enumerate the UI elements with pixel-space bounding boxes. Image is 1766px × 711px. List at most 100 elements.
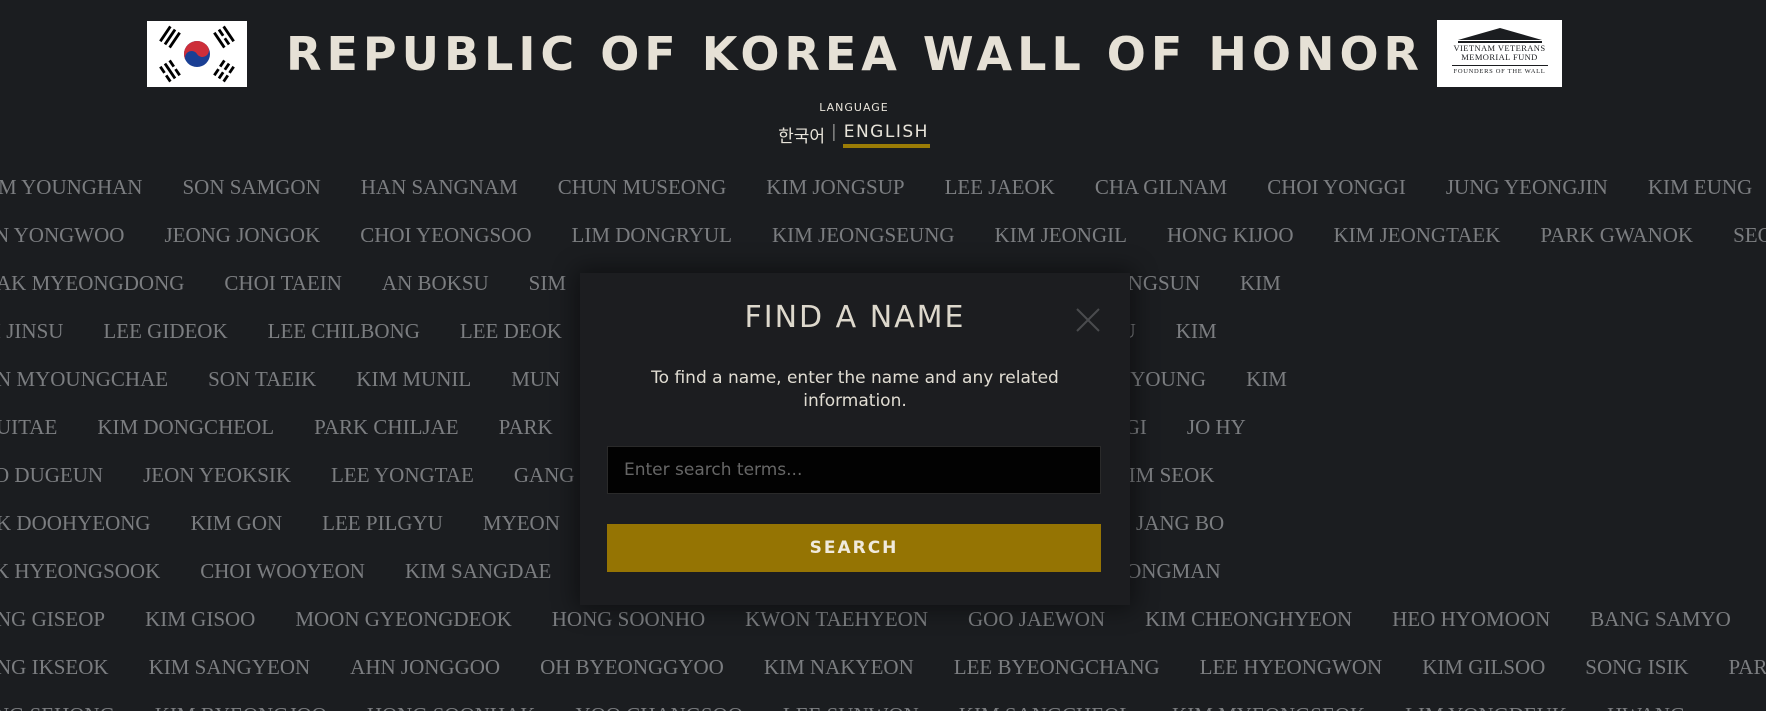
wall-name[interactable]: LEE YONGTAE — [331, 460, 474, 490]
wall-name[interactable]: SON SAMGON — [182, 172, 320, 202]
wall-name[interactable]: AHN JONGGOO — [350, 652, 500, 682]
wall-name[interactable]: NG SEHONG — [0, 700, 115, 711]
wall-name[interactable]: I JINSU — [0, 316, 63, 346]
wall-name[interactable]: JUNG YEONGJIN — [1446, 172, 1608, 202]
wall-name[interactable]: AK MYEONGDONG — [0, 268, 184, 298]
wall-name[interactable]: SONG ISIK — [1585, 652, 1688, 682]
wall-name[interactable]: BANG SAMYO — [1590, 604, 1731, 634]
wall-name[interactable]: HAN SANGNAM — [361, 172, 518, 202]
wall-name[interactable]: O DUGEUN — [0, 460, 103, 490]
wall-name[interactable]: LEE GIDEOK — [103, 316, 227, 346]
wall-name[interactable]: KIM CHEONGHYEON — [1145, 604, 1352, 634]
names-row: N YONGWOO JEONG JONGOK CHOI YEONGSOO LIM DO… — [0, 220, 1766, 250]
logo-line-2: MEMORIAL FUND — [1461, 52, 1538, 62]
wall-name[interactable]: NG IKSEOK — [0, 652, 109, 682]
wall-name[interactable]: JANG BO — [1136, 508, 1224, 538]
wall-name[interactable]: YOO CHANGSOO — [575, 700, 742, 711]
wall-name[interactable]: CHOI YEONGSOO — [360, 220, 531, 250]
wall-name[interactable]: AN BOKSU — [382, 268, 489, 298]
wall-name[interactable]: K HYEONGSOOK — [0, 556, 160, 586]
wall-name[interactable]: KIM NAKYEON — [764, 652, 914, 682]
wall-name[interactable]: KIM — [1240, 268, 1281, 298]
wall-name[interactable]: KIM MYEONGSEOK — [1172, 700, 1365, 711]
logo-divider — [1451, 65, 1548, 66]
wall-name[interactable]: KIM SANGYEON — [149, 652, 311, 682]
wall-name[interactable]: LEE CHILBONG — [268, 316, 420, 346]
wall-name[interactable]: CHOI WOOYEON — [200, 556, 365, 586]
wall-name[interactable]: MOON GYEONGDEOK — [295, 604, 511, 634]
wall-name[interactable]: KIM GISOO — [145, 604, 255, 634]
wall-name[interactable]: JEONG JONGOK — [164, 220, 320, 250]
wall-name[interactable]: UITAE — [0, 412, 57, 442]
close-icon[interactable] — [1075, 307, 1101, 333]
wall-name[interactable]: JO HY — [1187, 412, 1246, 442]
wall-name[interactable]: KIM SANGDAE — [405, 556, 551, 586]
wall-name[interactable]: KIM DONGCHEOL — [97, 412, 274, 442]
wall-name[interactable]: JEON YEOKSIK — [143, 460, 291, 490]
wall-name[interactable]: KIM JEONGIL — [995, 220, 1127, 250]
wall-name[interactable]: KIM SANGCHEOL — [959, 700, 1132, 711]
wall-name[interactable]: N YONGWOO — [0, 220, 124, 250]
names-row: NG SEHONG KIM BYEONGJOO HONG SOONHAK YOO CH… — [0, 700, 1725, 711]
wall-name[interactable]: PARK GWANOK — [1540, 220, 1693, 250]
wall-name[interactable]: HONG KIJOO — [1167, 220, 1294, 250]
wall-name[interactable]: IM SEOK — [1129, 460, 1215, 490]
wall-name[interactable]: K DOOHYEONG — [0, 508, 151, 538]
names-row: NG GISEOP KIM GISOO MOON GYEONGDEOK HONG SO… — [0, 604, 1766, 634]
wall-name[interactable]: CHOI TAEIN — [224, 268, 342, 298]
wall-name[interactable]: KIM BYEONGJOO — [155, 700, 327, 711]
wall-name[interactable]: MUN — [511, 364, 560, 394]
wall-name[interactable]: KWON TAEHYEON — [745, 604, 928, 634]
wall-name[interactable]: GANG — [514, 460, 575, 490]
wall-name[interactable]: KIM — [1176, 316, 1217, 346]
wall-name[interactable]: KIM JEONGTAEK — [1334, 220, 1501, 250]
wall-name[interactable]: LIM DONGRYUL — [572, 220, 732, 250]
wall-name[interactable]: OH BYEONGGYOO — [540, 652, 724, 682]
wall-name[interactable]: PARK — [1729, 652, 1766, 682]
search-input[interactable] — [607, 446, 1101, 494]
wall-name[interactable]: SON TAEIK — [208, 364, 316, 394]
modal-description: To find a name, enter the name and any r… — [651, 368, 1059, 411]
wall-name[interactable]: CHA GILNAM — [1095, 172, 1227, 202]
wall-name[interactable]: GOO JAEWON — [968, 604, 1105, 634]
wall-name[interactable]: KIM — [1246, 364, 1287, 394]
wall-name[interactable]: M YOUNGHAN — [0, 172, 142, 202]
wall-name[interactable]: KIM JONGSUP — [766, 172, 904, 202]
wall-name[interactable]: CHUN MUSEONG — [558, 172, 727, 202]
page-title: REPUBLIC OF KOREA WALL OF HONOR — [286, 27, 1424, 81]
wall-name[interactable]: LEE HYEONGWON — [1200, 652, 1383, 682]
language-switcher: 한국어 | ENGLISH — [0, 122, 1708, 148]
wall-name[interactable]: LEE DEOK — [460, 316, 562, 346]
language-label: LANGUAGE — [819, 101, 889, 114]
language-english-link[interactable]: ENGLISH — [842, 122, 930, 148]
search-button[interactable]: SEARCH — [607, 524, 1101, 572]
language-korean-link[interactable]: 한국어 — [778, 122, 825, 147]
modal-title: FIND A NAME — [744, 300, 966, 335]
wall-name[interactable]: LIM YONGDEUK — [1405, 700, 1567, 711]
wall-name[interactable]: PARK CHILJAE — [314, 412, 459, 442]
wall-name[interactable]: CHOI YONGGI — [1267, 172, 1406, 202]
wall-name[interactable]: PARK — [499, 412, 553, 442]
wall-name[interactable]: SEO — [1733, 220, 1766, 250]
wall-name[interactable]: KIM EUNG — [1648, 172, 1752, 202]
wall-name[interactable]: KIM GILSOO — [1422, 652, 1545, 682]
wall-name[interactable]: HEO HYOMOON — [1392, 604, 1550, 634]
wall-name[interactable]: LEE JAEOK — [945, 172, 1055, 202]
wall-name[interactable]: NG GISEOP — [0, 604, 105, 634]
wall-name[interactable]: KIM MUNIL — [356, 364, 471, 394]
wall-name[interactable]: SIM — [529, 268, 566, 298]
wall-name[interactable]: HONG SOONHAK — [367, 700, 536, 711]
vvmf-logo[interactable]: VIETNAM VETERANS MEMORIAL FUND FOUNDERS … — [1437, 20, 1562, 87]
wall-name[interactable]: HWANG — [1607, 700, 1685, 711]
find-name-modal: FIND A NAME To find a name, enter the na… — [580, 273, 1130, 605]
wall-name[interactable]: LEE SUNWON — [783, 700, 919, 711]
logo-tagline: FOUNDERS OF THE WALL — [1453, 68, 1546, 75]
wall-name[interactable]: LEE BYEONGCHANG — [954, 652, 1160, 682]
wall-name[interactable]: MYEON — [483, 508, 560, 538]
wall-name[interactable]: KIM JEONGSEUNG — [772, 220, 955, 250]
language-separator: | — [830, 122, 837, 142]
wall-name[interactable]: HONG SOONHO — [552, 604, 705, 634]
wall-name[interactable]: KIM GON — [191, 508, 283, 538]
wall-name[interactable]: LEE PILGYU — [322, 508, 443, 538]
wall-name[interactable]: N MYOUNGCHAE — [0, 364, 168, 394]
